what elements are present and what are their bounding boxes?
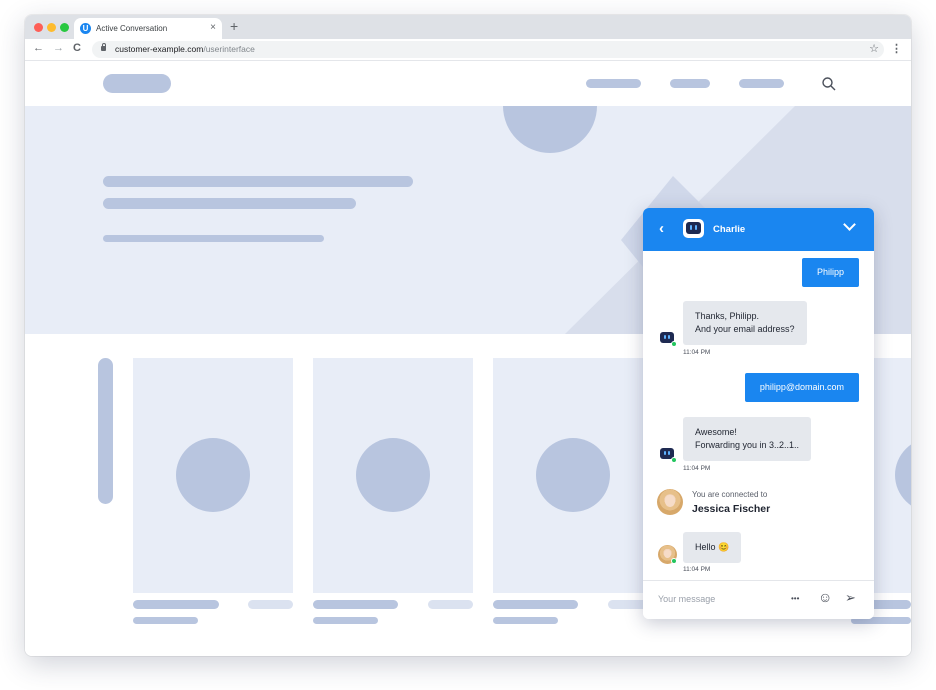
browser-menu-icon[interactable]: ⋮ [891, 42, 902, 55]
card-1-sub-placeholder [133, 617, 198, 624]
bot-message-line: Awesome! [695, 427, 737, 437]
message-input[interactable]: Your message [658, 594, 715, 604]
card-2-meta-placeholder [428, 600, 473, 609]
card-image-placeholder [176, 438, 250, 512]
bot-message-line: And your email address? [695, 324, 795, 334]
page-content: ‹ Charlie Philipp Thanks, Philipp. And y… [25, 62, 911, 656]
card-2-title-placeholder [313, 600, 398, 609]
agent-message: Hello 😊 [683, 532, 742, 563]
card-image-placeholder [536, 438, 610, 512]
lock-icon [101, 43, 106, 51]
agent-avatar [657, 489, 683, 515]
reload-icon[interactable]: C [73, 42, 81, 54]
hero-title-placeholder-1 [103, 176, 413, 187]
agent-name: Charlie [713, 224, 746, 235]
bot-message: Awesome! Forwarding you in 3..2..1.. [683, 417, 812, 461]
bookmark-star-icon[interactable]: ☆ [869, 42, 879, 55]
emoji-icon[interactable]: ☺ [818, 589, 832, 605]
minimize-window-dot[interactable] [47, 23, 56, 32]
browser-window: U Active Conversation × + ← → C customer… [25, 15, 911, 656]
user-message: Philipp [801, 258, 859, 287]
bot-message-line: Thanks, Philipp. [695, 311, 760, 321]
card-1 [133, 358, 293, 593]
tab-strip: U Active Conversation × + [25, 15, 911, 39]
back-arrow-icon[interactable]: ← [33, 42, 44, 54]
message-timestamp: 11:04 PM [683, 566, 711, 573]
maximize-window-dot[interactable] [60, 23, 69, 32]
card-3-title-placeholder [493, 600, 578, 609]
card-3-sub-placeholder [493, 617, 558, 624]
url-text: customer-example.com/userinterface [115, 44, 255, 54]
favicon-icon: U [80, 23, 91, 34]
card-3-meta-placeholder [608, 600, 648, 609]
nav-placeholder-1 [586, 79, 641, 88]
card-image-placeholder [895, 438, 911, 512]
search-icon[interactable] [822, 77, 836, 91]
logo-placeholder [103, 74, 171, 93]
card-1-meta-placeholder [248, 600, 293, 609]
forward-arrow-icon[interactable]: → [53, 42, 64, 54]
message-timestamp: 11:04 PM [683, 349, 711, 356]
bot-avatar-icon [683, 219, 704, 238]
tab-title: Active Conversation [96, 24, 168, 33]
chat-widget: ‹ Charlie Philipp Thanks, Philipp. And y… [643, 208, 874, 619]
card-3 [493, 358, 653, 593]
bot-message-line: Forwarding you in 3..2..1.. [695, 440, 800, 450]
card-2 [313, 358, 473, 593]
tab-close-icon[interactable]: × [210, 22, 216, 33]
online-status-icon [671, 341, 677, 347]
nav-placeholder-3 [739, 79, 784, 88]
connected-agent-name: Jessica Fischer [692, 503, 771, 515]
nav-placeholder-2 [670, 79, 710, 88]
tab-active-conversation[interactable]: U Active Conversation × [74, 18, 222, 39]
address-bar[interactable]: customer-example.com/userinterface ☆ [92, 41, 884, 58]
online-status-icon [671, 558, 677, 564]
card-image-placeholder [356, 438, 430, 512]
message-composer: Your message ••• ☺ ➢ [643, 580, 874, 619]
new-tab-button[interactable]: + [230, 18, 238, 34]
chat-header: ‹ Charlie [643, 208, 874, 251]
close-window-dot[interactable] [34, 23, 43, 32]
chevron-left-icon[interactable]: ‹ [659, 220, 664, 237]
card-1-title-placeholder [133, 600, 219, 609]
user-message: philipp@domain.com [744, 373, 859, 402]
online-status-icon [671, 457, 677, 463]
more-options-icon[interactable]: ••• [791, 594, 799, 603]
hero-title-placeholder-2 [103, 198, 356, 209]
scroll-placeholder [98, 358, 113, 504]
chevron-down-icon[interactable] [843, 218, 856, 231]
browser-toolbar: ← → C customer-example.com/userinterface… [25, 39, 911, 61]
bot-message: Thanks, Philipp. And your email address? [683, 301, 807, 345]
connected-label: You are connected to [692, 490, 768, 499]
card-2-sub-placeholder [313, 617, 378, 624]
message-timestamp: 11:04 PM [683, 465, 711, 472]
hero-subtitle-placeholder [103, 235, 324, 242]
send-icon[interactable]: ➢ [845, 590, 856, 606]
